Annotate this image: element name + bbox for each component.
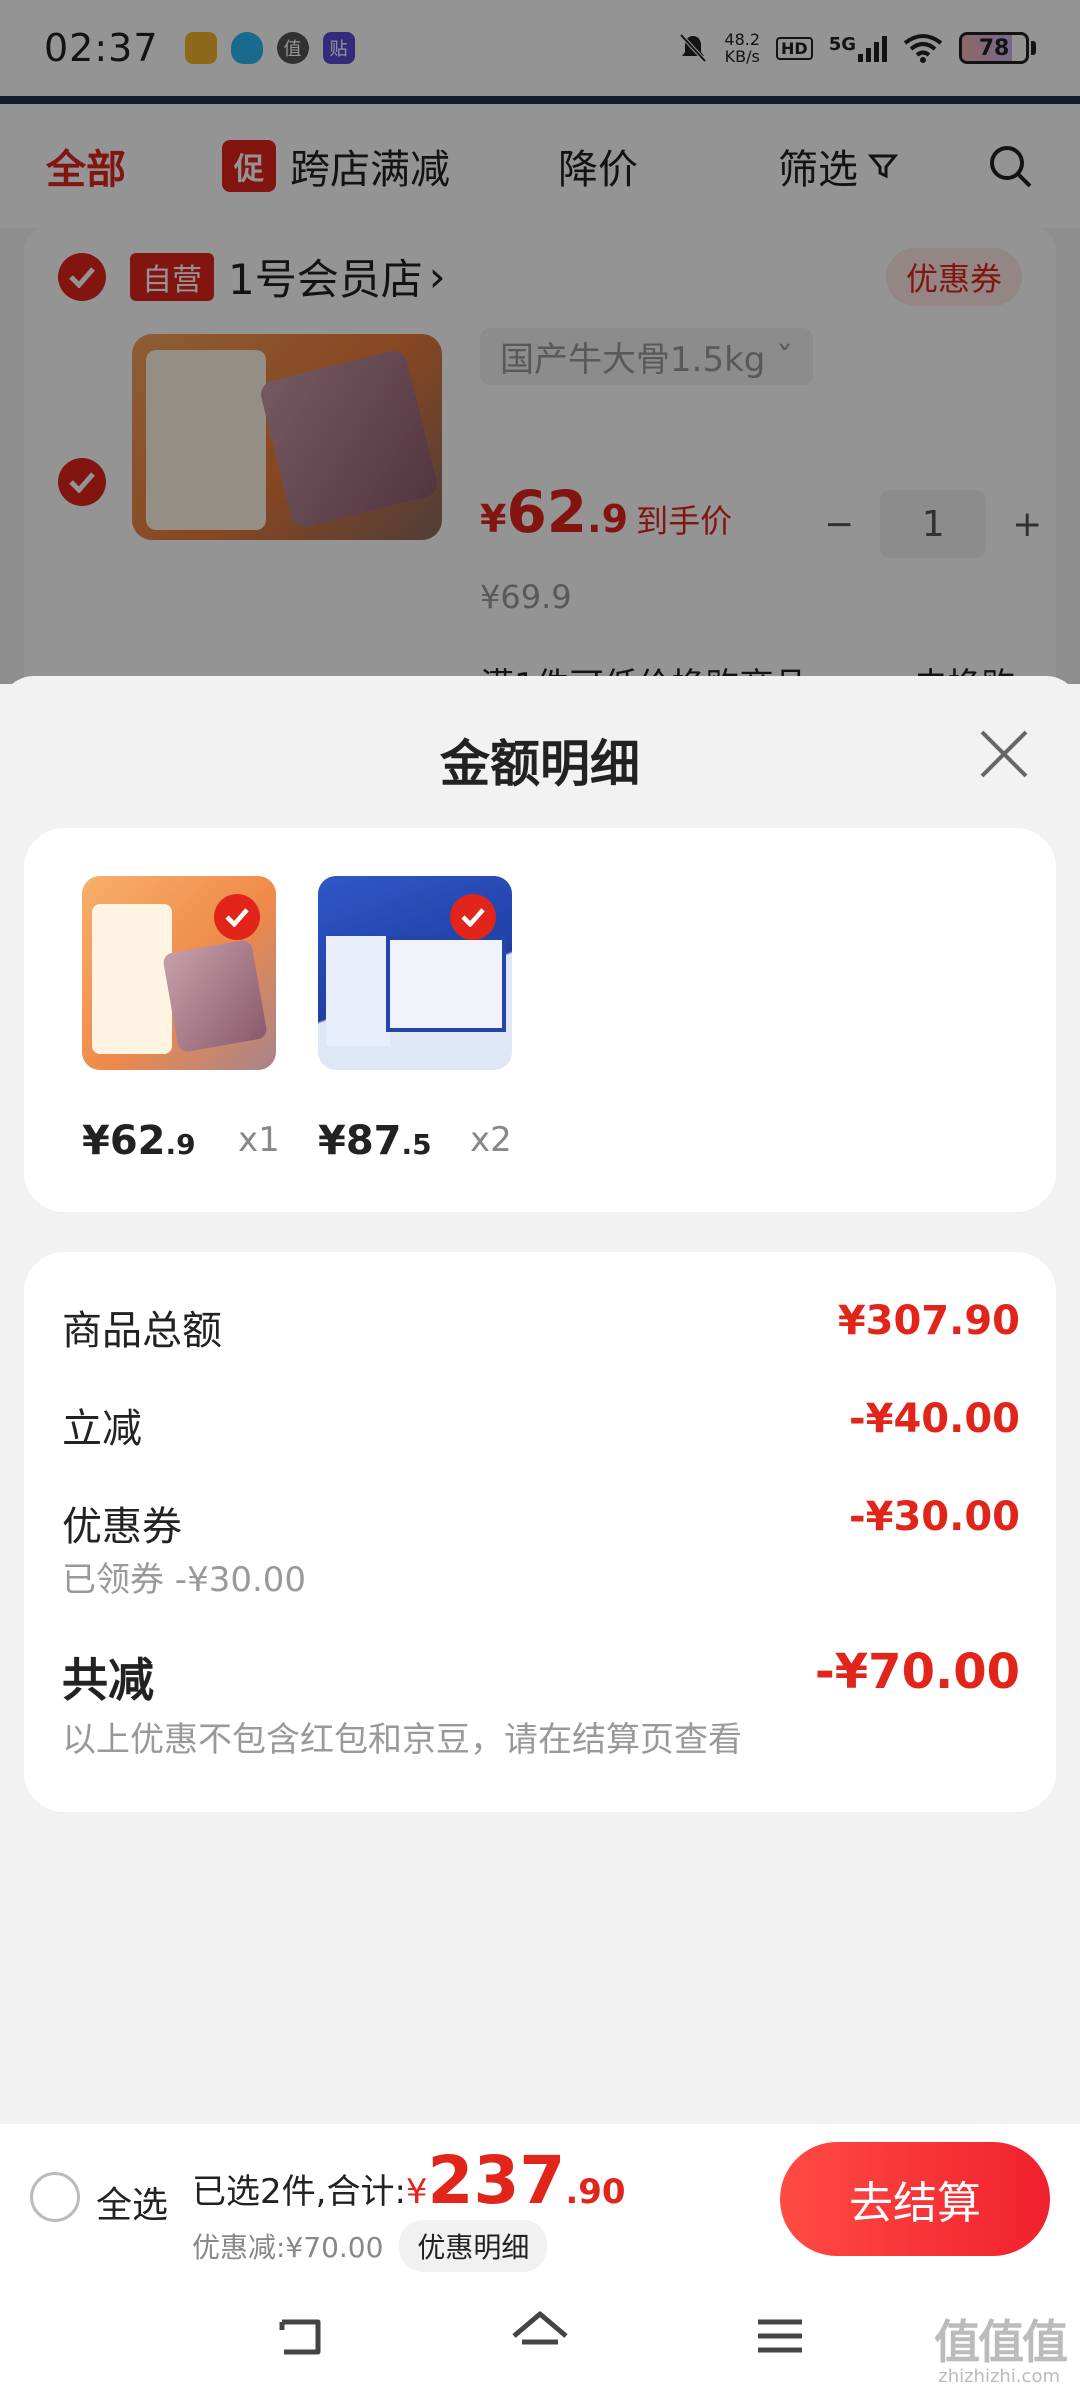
- subtotal-label: 商品总额: [62, 1308, 222, 1354]
- selected-check-icon: [214, 894, 260, 940]
- select-all-label[interactable]: 全选: [96, 2176, 168, 2228]
- total-line: 已选2件,合计: ¥ 237 .90: [192, 2142, 626, 2219]
- selected-items-card: ¥62.9 x1 ¥87.5 x2: [24, 828, 1056, 1212]
- thumbnail-card: [92, 904, 172, 1054]
- amount-detail-sheet: 金额明细 ¥62.9 x1 ¥87.5 x2 商品总额 ¥307.90 立减 -…: [0, 676, 1080, 2124]
- item-qty: x1: [238, 1120, 280, 1160]
- discount-note: 以上优惠不包含红包和京豆，请在结算页查看: [62, 1720, 742, 1760]
- item-price: ¥87.5: [318, 1118, 432, 1164]
- item-qty: x2: [470, 1120, 512, 1160]
- system-nav-bar: [0, 2274, 1080, 2400]
- sheet-title: 金额明细: [440, 735, 640, 793]
- total-currency: ¥: [405, 2172, 428, 2212]
- checkout-button[interactable]: 去结算: [780, 2142, 1050, 2256]
- coupon-label: 优惠券: [62, 1504, 182, 1550]
- back-icon[interactable]: [268, 2304, 332, 2368]
- thumbnail-milk-box: [386, 936, 506, 1032]
- total-integer: 237: [427, 2142, 566, 2219]
- discount-detail-button[interactable]: 优惠明细: [399, 2220, 548, 2272]
- item-price-decimal: .5: [401, 1128, 432, 1161]
- item-price-integer: ¥62: [82, 1118, 166, 1164]
- selected-count-text: 已选2件,合计:: [192, 2172, 406, 2212]
- item-thumbnail-beef[interactable]: [82, 876, 276, 1070]
- item-price-decimal: .9: [165, 1128, 196, 1161]
- thumbnail-panel: [326, 936, 390, 1046]
- dim-overlay[interactable]: [0, 0, 1080, 684]
- item-thumbnail-milk[interactable]: [318, 876, 512, 1070]
- total-decimal: .90: [565, 2172, 626, 2212]
- watermark-logo: 值值值: [934, 2315, 1068, 2369]
- amount-breakdown-card: 商品总额 ¥307.90 立减 -¥40.00 优惠券 -¥30.00 已领券 …: [24, 1252, 1056, 1812]
- subtotal-value: ¥307.90: [837, 1298, 1020, 1344]
- coupon-claimed-note: 已领券 -¥30.00: [62, 1560, 307, 1600]
- instant-discount-value: -¥40.00: [849, 1396, 1020, 1442]
- total-discount-label: 共减: [62, 1653, 154, 1707]
- coupon-value: -¥30.00: [849, 1494, 1020, 1540]
- discount-amount-text: 优惠减:¥70.00: [192, 2231, 384, 2264]
- menu-icon[interactable]: [748, 2304, 812, 2368]
- close-icon[interactable]: [976, 726, 1032, 782]
- thumbnail-meat: [162, 938, 268, 1054]
- checkout-bar: 全选 已选2件,合计: ¥ 237 .90 优惠减:¥70.00 优惠明细 去结…: [0, 2124, 1080, 2274]
- home-icon[interactable]: [508, 2304, 572, 2368]
- item-price: ¥62.9: [82, 1118, 196, 1164]
- select-all-checkbox[interactable]: [30, 2172, 80, 2222]
- total-discount-value: -¥70.00: [814, 1644, 1020, 1700]
- instant-discount-label: 立减: [62, 1406, 142, 1452]
- discount-line: 优惠减:¥70.00 优惠明细: [192, 2220, 548, 2272]
- item-price-integer: ¥87: [318, 1118, 402, 1164]
- selected-check-icon: [450, 894, 496, 940]
- watermark-url: zhizhizhi.com: [938, 2366, 1060, 2387]
